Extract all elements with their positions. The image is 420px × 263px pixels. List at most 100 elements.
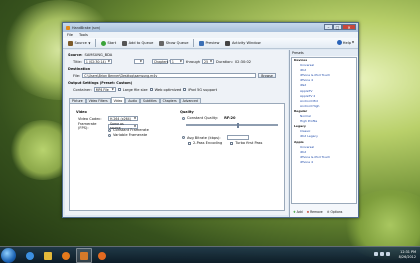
play-icon [100, 40, 106, 46]
window-controls: – □ ✕ [324, 24, 356, 30]
firefox-icon [98, 251, 106, 260]
chevron-down-icon: ▼ [139, 60, 142, 63]
two-pass-checkbox[interactable] [188, 141, 191, 145]
chevron-down-icon: ▼ [134, 117, 136, 120]
source-value: SAMSUNG_BDA [84, 53, 113, 57]
presets-footer: ✚ Add ✖ Remove ⚙ Options [291, 208, 357, 216]
source-button-label: Source [74, 41, 87, 45]
terminal-icon [225, 40, 231, 46]
chevron-down-icon: ▼ [111, 88, 114, 91]
show-queue-button[interactable]: Show Queue [158, 39, 189, 47]
tray-flag-icon[interactable] [374, 252, 378, 256]
browse-button[interactable]: Browse [258, 73, 276, 78]
duration-label: Duration: [216, 59, 233, 64]
presets-list[interactable]: Devices Universal iPod iPhone & iPod Touch i… [291, 57, 357, 204]
chevron-down-icon: ▼ [107, 60, 110, 63]
media-player-icon [62, 251, 70, 260]
constant-framerate-row: Constant Framerate [108, 128, 149, 132]
video-codec-select[interactable]: H.264 (x264) ▼ [108, 116, 138, 121]
destination-row: File: C:\Users\Brian Benner\Desktop\sams… [73, 73, 276, 78]
close-button[interactable]: ✕ [342, 24, 356, 30]
minimize-button[interactable]: – [324, 24, 333, 30]
start-button[interactable]: Start [100, 39, 117, 47]
explorer-icon [44, 251, 52, 260]
web-optimized-checkbox[interactable] [149, 88, 153, 91]
menu-file[interactable]: File [67, 33, 73, 37]
variable-framerate-radio[interactable] [108, 133, 111, 137]
maximize-button[interactable]: □ [333, 24, 342, 30]
preset-options-label: Options [330, 210, 343, 214]
start-button-label: Start [107, 41, 117, 45]
remove-preset-button[interactable]: ✖ Remove [307, 210, 323, 214]
presets-title: Presets [290, 50, 358, 56]
large-file-label: Large file size [122, 87, 148, 92]
chapter-end-value: 25 [204, 59, 209, 64]
constant-quality-value: RF:20 [224, 116, 236, 120]
system-tray[interactable] [374, 252, 390, 256]
add-to-queue-label: Add to Queue [128, 41, 154, 45]
slider-thumb[interactable] [236, 123, 239, 128]
preset-options-button[interactable]: ⚙ Options [327, 210, 343, 214]
taskbar-ie[interactable] [22, 248, 38, 263]
video-codec-row: Video Codec: H.264 (x264) ▼ [78, 116, 138, 121]
turbo-first-pass-checkbox[interactable] [230, 141, 234, 145]
two-pass-label: 2-Pass Encoding [193, 141, 223, 145]
title-row: Title: 1 (02:30:14)▼ ▼ Chapters▼ 1▼ thro… [73, 59, 251, 64]
constant-quality-slider[interactable] [186, 123, 278, 128]
quality-heading-row: Quality [180, 110, 194, 114]
avg-bitrate-radio[interactable] [182, 136, 185, 139]
video-codec-label: Video Codec: [78, 116, 102, 121]
web-optimized-label: Web optimized [154, 87, 182, 92]
tray-network-icon[interactable] [380, 252, 384, 256]
source-label: Source: [68, 53, 83, 57]
taskbar-explorer[interactable] [40, 248, 56, 263]
show-queue-label: Show Queue [165, 41, 189, 45]
container-select[interactable]: MP4 File ▼ [93, 87, 116, 92]
help-button[interactable]: Help ▼ [336, 40, 354, 45]
taskbar-handbrake[interactable] [76, 248, 92, 263]
constant-framerate-radio[interactable] [108, 128, 111, 132]
taskbar-clock[interactable]: 12:31 PM 8/26/2012 [399, 250, 416, 260]
window-title: HandBrake (svn) [72, 25, 101, 30]
chapter-end-select[interactable]: 25 ▼ [202, 59, 215, 64]
add-preset-button[interactable]: ✚ Add [293, 210, 303, 214]
taskbar-firefox[interactable] [94, 248, 110, 263]
plus-icon: ✚ [293, 210, 296, 214]
container-select-value: MP4 File [95, 87, 109, 92]
title-select[interactable]: 1 (02:30:14) ▼ [83, 59, 112, 64]
taskbar-media-player[interactable] [58, 248, 74, 263]
chapter-start-select[interactable]: 1 ▼ [169, 59, 184, 64]
video-heading: Video [76, 110, 87, 114]
activity-window-label: Activity Window [231, 41, 261, 45]
variable-framerate-row: Variable Framerate [108, 133, 147, 137]
avg-bitrate-input[interactable] [226, 135, 249, 140]
framerate-label: Framerate (FPS): [78, 122, 97, 130]
constant-quality-radio[interactable] [182, 116, 185, 120]
tray-volume-icon[interactable] [386, 252, 390, 256]
destination-heading: Destination [68, 67, 91, 71]
source-button[interactable]: Source ▼ [67, 39, 91, 47]
ipod-support-checkbox[interactable] [183, 88, 187, 91]
preset-item[interactable]: iPhone 4 [292, 160, 356, 165]
angle-select[interactable]: ▼ [133, 59, 144, 64]
activity-window-button[interactable]: Activity Window [224, 39, 261, 47]
help-icon [336, 40, 342, 45]
add-to-queue-button[interactable]: Add to Queue [121, 39, 154, 47]
constant-framerate-label: Constant Framerate [113, 128, 149, 132]
quality-heading: Quality [180, 110, 194, 114]
toolbar-separator [193, 39, 194, 47]
preview-button[interactable]: Preview [198, 39, 221, 47]
monitor-icon [198, 40, 204, 46]
duration-value: 02:30:02 [234, 59, 252, 64]
large-file-checkbox[interactable] [117, 88, 121, 91]
browse-button-label: Browse [261, 73, 273, 78]
chevron-down-icon: ▼ [352, 41, 354, 44]
destination-file-input[interactable]: C:\Users\Brian Benner\Desktop\samsung.m4… [82, 73, 257, 78]
chapter-start-value: 1 [171, 59, 174, 64]
video-codec-value: H.264 (x264) [110, 116, 131, 121]
window-titlebar[interactable]: HandBrake (svn) – □ ✕ [63, 23, 358, 32]
menu-tools[interactable]: Tools [79, 33, 88, 37]
chapters-select[interactable]: Chapters▼ [151, 59, 171, 64]
start-button[interactable] [1, 248, 16, 263]
title-label: Title: [73, 59, 82, 64]
